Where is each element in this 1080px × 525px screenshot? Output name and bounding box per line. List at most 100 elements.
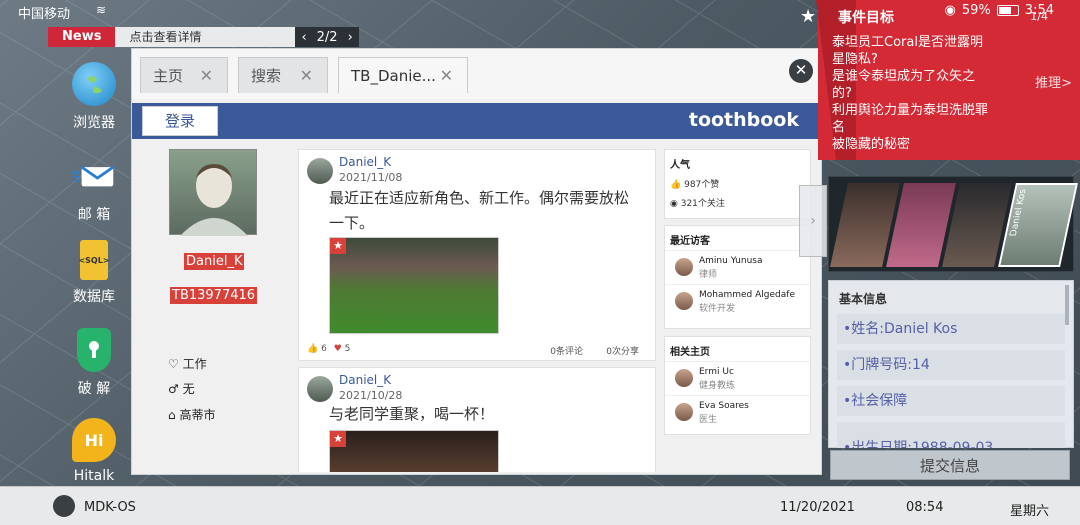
taskbar-time: 08:54 xyxy=(906,500,944,515)
goal-item[interactable]: 被隐藏的秘密 xyxy=(832,136,992,153)
profile-work: ♡ 工作 xyxy=(168,355,207,372)
app-crack[interactable]: 破 解 xyxy=(58,328,130,398)
post-avatar[interactable] xyxy=(307,158,333,184)
post-date: 2021/10/28 xyxy=(339,389,403,402)
app-browser[interactable]: 浏览器 xyxy=(58,62,130,132)
browser-window: 主页 ✕ 搜索 ✕ TB_Danie... ✕ ✕ 登录 toothbook D… xyxy=(131,48,822,475)
gender-value: 无 xyxy=(182,382,195,396)
shield-key-icon xyxy=(77,328,111,372)
tab-bar: 主页 ✕ 搜索 ✕ TB_Danie... ✕ ✕ xyxy=(132,49,821,99)
related-role: 健身教练 xyxy=(699,381,736,391)
star-icon: ★ xyxy=(330,238,346,254)
related-item[interactable]: Eva Soares 医生 xyxy=(665,395,810,429)
popularity-title: 人气 xyxy=(670,160,690,171)
post-footer: 👍 6 ♥ 5 0条评论 0次分享 xyxy=(307,344,647,357)
tab-search[interactable]: 搜索 ✕ xyxy=(238,57,328,93)
info-item[interactable]: •门牌号码:14 xyxy=(837,350,1065,380)
post-feed[interactable]: Daniel_K 2021/11/08 最近正在适应新角色、新工作。偶尔需要放松… xyxy=(298,149,656,472)
post-image[interactable]: ★ xyxy=(329,237,499,334)
post-author[interactable]: Daniel_K xyxy=(339,155,391,169)
site-brand: toothbook xyxy=(688,109,799,131)
chevron-right-icon[interactable]: › xyxy=(348,30,353,45)
post-image[interactable]: ★ xyxy=(329,430,499,472)
visitor-role: 律师 xyxy=(699,270,718,280)
profile-column: Daniel_K TB13977416 ♡ 工作 ♂ 无 ⌂ 高蒂市 xyxy=(132,141,292,471)
portrait-label: Daniel Kos xyxy=(1008,189,1029,237)
related-title: 相关主页 xyxy=(670,347,710,358)
related-role: 医生 xyxy=(699,415,718,425)
like-icon[interactable]: 👍 xyxy=(307,344,318,354)
popularity-card: 人气 👍 987个赞 ◉ 321个关注 xyxy=(664,149,811,219)
rss-icon: ◉ xyxy=(670,199,678,209)
info-item[interactable]: •社会保障号:AG02519820302857 xyxy=(837,386,1065,439)
close-icon[interactable]: ✕ xyxy=(300,66,313,85)
scrollbar[interactable] xyxy=(1065,285,1069,325)
close-icon[interactable]: ✕ xyxy=(200,66,213,85)
post-text: 与老同学重聚，喝一杯！ xyxy=(329,405,495,423)
avatar[interactable] xyxy=(169,149,257,236)
goal-item[interactable]: 是谁令泰坦成为了众矢之的? xyxy=(832,68,992,102)
eye-icon: ◉ xyxy=(944,3,956,18)
sql-file-icon: <SQL> xyxy=(78,240,110,280)
tab-profile[interactable]: TB_Danie... ✕ xyxy=(338,57,468,93)
app-label: 数据库 xyxy=(73,289,115,305)
app-label: Hitalk xyxy=(73,468,115,484)
profile-name: Daniel_K xyxy=(184,253,245,270)
visitor-avatar xyxy=(675,292,693,310)
submit-info-button[interactable]: 提交信息 xyxy=(830,450,1070,480)
os-logo-icon[interactable] xyxy=(53,495,75,517)
news-details-link[interactable]: 点击查看详情 xyxy=(115,27,296,47)
related-avatar xyxy=(675,403,693,421)
follows-row: ◉ 321个关注 xyxy=(665,193,810,212)
app-label: 浏览器 xyxy=(73,115,115,131)
news-ticker[interactable]: News 点击查看详情 ‹ 2/2 › xyxy=(48,27,359,47)
app-mail[interactable]: 邮 箱 xyxy=(58,154,130,224)
taskbar: MDK-OS 11/20/2021 08:54 星期六 xyxy=(0,486,1080,525)
work-value: 工作 xyxy=(182,357,207,371)
profile-id: TB13977416 xyxy=(170,287,258,304)
heart-icon: ♡ xyxy=(168,357,179,371)
thumb-icon: 👍 xyxy=(670,180,682,190)
hitalk-badge: Hi xyxy=(84,430,104,450)
post-avatar[interactable] xyxy=(307,376,333,402)
chevron-left-icon[interactable]: ‹ xyxy=(301,30,306,45)
related-item[interactable]: Ermi Uc 健身教练 xyxy=(665,361,810,395)
profile-city: ⌂ 高蒂市 xyxy=(168,406,215,423)
character-selector[interactable]: Daniel Kos xyxy=(828,176,1078,272)
panel-expand-handle[interactable]: › xyxy=(799,185,827,257)
info-item[interactable]: •姓名:Daniel Kos xyxy=(837,314,1065,344)
close-icon[interactable]: ✕ xyxy=(440,66,453,85)
taskbar-date: 11/20/2021 xyxy=(780,500,855,515)
basic-info-panel[interactable]: 基本信息 •姓名:Daniel Kos •门牌号码:14 •社会保障号:AG02… xyxy=(828,280,1074,448)
goal-list: 泰坦员工Coral是否泄露明星隐私? 是谁令泰坦成为了众矢之的? 利用舆论力量为… xyxy=(832,34,992,153)
share-count[interactable]: 0次分享 xyxy=(606,344,639,357)
character-portrait-selected[interactable]: Daniel Kos xyxy=(998,183,1078,267)
heart-reaction-icon[interactable]: ♥ xyxy=(334,344,342,354)
info-item[interactable]: •出生日期:1988-09-03 xyxy=(837,422,1065,448)
login-button[interactable]: 登录 xyxy=(142,106,218,136)
follows-value: 321个关注 xyxy=(680,199,725,209)
site-header: 登录 toothbook xyxy=(132,103,821,139)
comment-count[interactable]: 0条评论 xyxy=(550,344,583,357)
heart-count: 5 xyxy=(344,344,351,354)
likes-row: 👍 987个赞 xyxy=(665,174,810,193)
carrier-name: 中国移动 xyxy=(18,7,71,22)
goal-item[interactable]: 利用舆论力量为泰坦洗脱罪名 xyxy=(832,102,992,136)
app-label: 邮 箱 xyxy=(77,207,111,223)
visitors-title: 最近访客 xyxy=(670,236,710,247)
star-icon: ★ xyxy=(800,6,817,27)
visitor-item[interactable]: Aminu Yunusa 律师 xyxy=(665,250,810,284)
hitalk-icon: Hi xyxy=(72,418,116,462)
deduce-button[interactable]: 推理> xyxy=(1035,72,1072,91)
post-author[interactable]: Daniel_K xyxy=(339,373,391,387)
news-page-indicator: 2/2 xyxy=(316,29,338,45)
tab-home[interactable]: 主页 ✕ xyxy=(140,57,228,93)
app-hitalk[interactable]: Hi Hitalk xyxy=(58,418,130,484)
visitor-item[interactable]: Mohammed Algedafe 软件开发 xyxy=(665,284,810,318)
app-database[interactable]: <SQL> 数据库 xyxy=(58,240,130,306)
post-date: 2021/11/08 xyxy=(339,171,403,184)
window-close-button[interactable]: ✕ xyxy=(789,59,813,83)
goal-item[interactable]: 泰坦员工Coral是否泄露明星隐私? xyxy=(832,34,992,68)
city-value: 高蒂市 xyxy=(179,408,216,422)
location-icon: ⌂ xyxy=(168,408,176,422)
